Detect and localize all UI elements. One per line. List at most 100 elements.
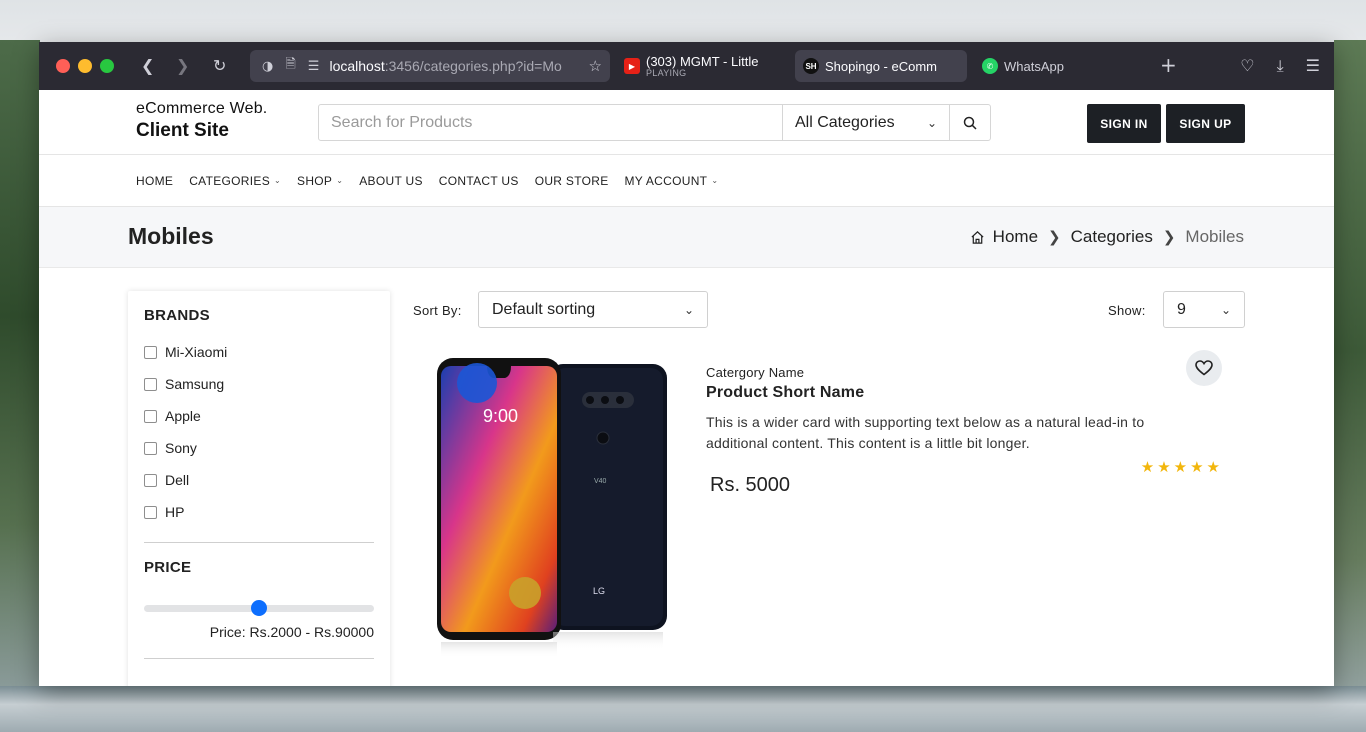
- brand-option[interactable]: Apple: [144, 400, 374, 432]
- nav-our-store[interactable]: OUR STORE: [535, 174, 609, 188]
- svg-text:9:00: 9:00: [483, 406, 518, 426]
- chevron-right-icon: ❯: [1048, 229, 1061, 246]
- brand-checkbox[interactable]: [144, 505, 157, 519]
- star-icon: ★: [1157, 458, 1174, 476]
- svg-text:V40: V40: [594, 478, 607, 485]
- tab-playing-label: PLAYING: [646, 68, 687, 78]
- brand-list: Mi-Xiaomi Samsung Apple Sony Dell HP: [144, 336, 374, 528]
- page-icon: 🗎: [285, 57, 296, 72]
- product-description: This is a wider card with supporting tex…: [706, 414, 1145, 451]
- tab-title: (303) MGMT - Little: [646, 54, 759, 69]
- brand-label: HP: [165, 504, 185, 520]
- brand-option[interactable]: Sony: [144, 432, 374, 464]
- product-name[interactable]: Product Short Name: [706, 384, 1226, 402]
- nav-categories[interactable]: CATEGORIES ⌄: [189, 174, 281, 188]
- search-button[interactable]: [949, 105, 990, 140]
- close-window-button[interactable]: [56, 59, 70, 73]
- main-navigation: HOME CATEGORIES ⌄ SHOP ⌄ ABOUT US CONTACT …: [39, 155, 1334, 207]
- brand-checkbox[interactable]: [144, 377, 157, 391]
- rating-stars: ★★★★★: [1141, 458, 1223, 476]
- brand-label: Dell: [165, 472, 190, 488]
- brand-option[interactable]: Samsung: [144, 368, 374, 400]
- brand-label: Mi-Xiaomi: [165, 344, 228, 360]
- product-category[interactable]: Catergory Name: [706, 365, 1226, 380]
- brand-checkbox[interactable]: [144, 441, 157, 455]
- site-logo[interactable]: eCommerce Web. Client Site: [136, 100, 267, 142]
- download-icon[interactable]: ⤓: [1277, 56, 1284, 76]
- url-text[interactable]: localhost:3456/categories.php?id=Mo: [329, 58, 564, 74]
- menu-icon[interactable]: ☰: [1306, 56, 1320, 76]
- divider: [144, 658, 374, 659]
- page-title: Mobiles: [128, 223, 214, 249]
- maximize-window-button[interactable]: [100, 59, 114, 73]
- bookmark-star-icon[interactable]: ☆: [589, 57, 602, 75]
- star-icon: ★: [1206, 458, 1223, 476]
- minimize-window-button[interactable]: [78, 59, 92, 73]
- brand-option[interactable]: Mi-Xiaomi: [144, 336, 374, 368]
- svg-text:LG: LG: [593, 586, 605, 596]
- toolbar-actions: ♡ ⤓ ☰: [1240, 56, 1320, 76]
- brand-option[interactable]: HP: [144, 496, 374, 528]
- price-slider[interactable]: [144, 596, 374, 616]
- category-select-value: All Categories: [795, 113, 895, 131]
- sign-up-button[interactable]: SIGN UP: [1166, 104, 1245, 143]
- new-tab-icon[interactable]: +: [1160, 53, 1177, 77]
- product-image[interactable]: V40 LG 9:00: [437, 358, 669, 658]
- youtube-icon: ▶: [624, 58, 640, 74]
- wishlist-button[interactable]: [1186, 350, 1222, 386]
- price-slider-handle[interactable]: [251, 600, 267, 616]
- sort-label: Sort By:: [413, 303, 462, 318]
- breadcrumb: Home ❯ Categories ❯ Mobiles: [970, 227, 1244, 247]
- chevron-down-icon: ⌄: [711, 176, 719, 185]
- show-count-select[interactable]: 9 ⌄: [1163, 291, 1245, 328]
- nav-about-us[interactable]: ABOUT US: [359, 174, 423, 188]
- reload-icon[interactable]: ↻: [213, 56, 226, 75]
- brand-option[interactable]: Dell: [144, 464, 374, 496]
- chevron-down-icon: ⌄: [274, 176, 282, 185]
- breadcrumb-categories[interactable]: Categories: [1071, 227, 1153, 247]
- sort-select[interactable]: Default sorting ⌄: [478, 291, 708, 328]
- nav-home[interactable]: HOME: [136, 174, 173, 188]
- price-range-text: Price: Rs.2000 - Rs.90000: [209, 624, 374, 640]
- sort-select-value: Default sorting: [492, 300, 596, 318]
- tab-whatsapp[interactable]: ✆ WhatsApp: [974, 50, 1146, 82]
- product-card[interactable]: V40 LG 9:00 Catergory Name Product Short…: [413, 348, 1245, 678]
- show-label: Show:: [1108, 303, 1146, 318]
- shield-icon[interactable]: ◑: [262, 59, 273, 74]
- logo-line-2: Client Site: [136, 120, 229, 141]
- desktop-wallpaper-right: [1334, 40, 1366, 732]
- browser-toolbar: ❮ ❯ ↻ ◑ 🗎 ☰ localhost:3456/categories.ph…: [39, 42, 1334, 90]
- browser-window: ❮ ❯ ↻ ◑ 🗎 ☰ localhost:3456/categories.ph…: [39, 42, 1334, 686]
- tab-youtube[interactable]: ▶ (303) MGMT - Little PLAYING: [616, 50, 788, 82]
- home-icon: [971, 230, 984, 244]
- price-heading: PRICE: [144, 559, 192, 576]
- chevron-down-icon: ⌄: [926, 115, 937, 130]
- breadcrumb-home[interactable]: Home: [993, 227, 1038, 247]
- brand-checkbox[interactable]: [144, 409, 157, 423]
- pocket-icon[interactable]: ♡: [1240, 56, 1254, 76]
- back-icon[interactable]: ❮: [141, 56, 154, 75]
- brand-label: Samsung: [165, 376, 225, 392]
- brand-label: Apple: [165, 408, 201, 424]
- tab-shopingo[interactable]: SH Shopingo - eComm: [795, 50, 967, 82]
- address-bar[interactable]: ◑ 🗎 ☰ localhost:3456/categories.php?id=M…: [250, 50, 610, 82]
- nav-shop[interactable]: SHOP ⌄: [297, 174, 343, 188]
- sign-in-button[interactable]: SIGN IN: [1087, 104, 1161, 143]
- tab-title: Shopingo - eComm: [825, 58, 937, 74]
- forward-icon[interactable]: ❯: [176, 56, 189, 75]
- brand-checkbox[interactable]: [144, 473, 157, 487]
- nav-my-account[interactable]: MY ACCOUNT ⌄: [625, 174, 719, 188]
- search-icon: [963, 116, 977, 130]
- main-content: BRANDS Mi-Xiaomi Samsung Apple Sony Dell…: [39, 268, 1334, 686]
- search-input[interactable]: [319, 105, 782, 140]
- heart-icon: [1195, 360, 1213, 376]
- whatsapp-icon: ✆: [982, 58, 998, 74]
- chevron-down-icon: ⌄: [683, 302, 694, 317]
- category-select[interactable]: All Categories ⌄: [782, 105, 949, 140]
- permissions-icon[interactable]: ☰: [308, 59, 320, 74]
- brand-checkbox[interactable]: [144, 345, 157, 359]
- nav-contact-us[interactable]: CONTACT US: [439, 174, 519, 188]
- filter-sidebar: BRANDS Mi-Xiaomi Samsung Apple Sony Dell…: [128, 291, 390, 686]
- star-icon: ★: [1173, 458, 1191, 476]
- logo-line-1: eCommerce Web.: [136, 100, 268, 117]
